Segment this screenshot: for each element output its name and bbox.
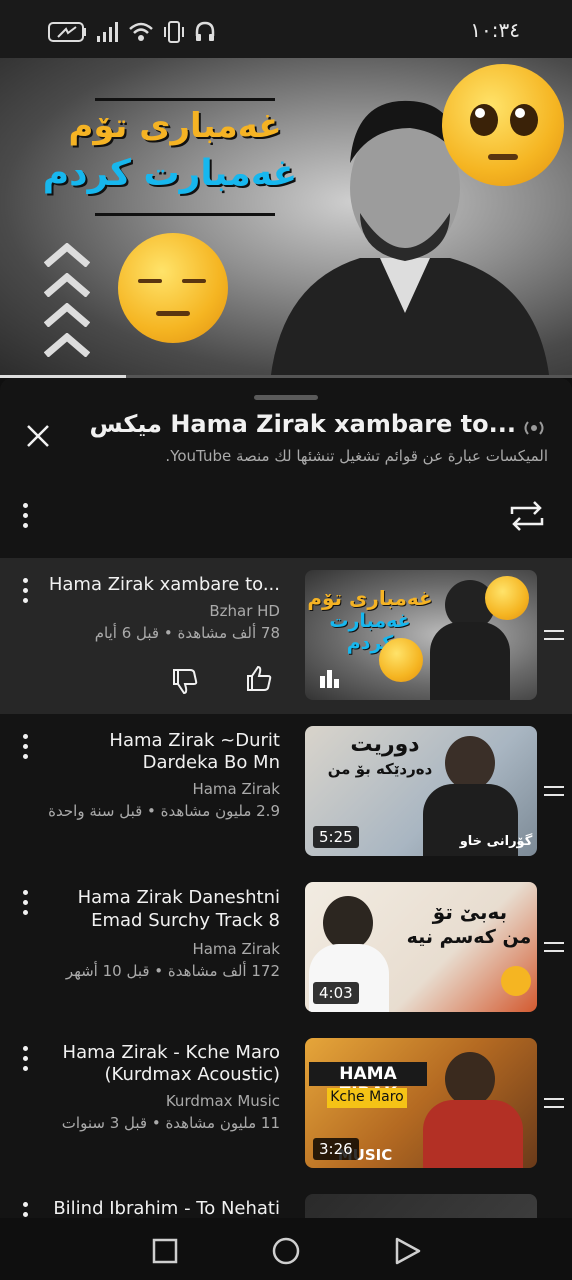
- more-vert-icon[interactable]: [20, 1200, 30, 1218]
- drag-handle-icon[interactable]: [544, 784, 564, 798]
- status-icons: [48, 20, 216, 44]
- thumb-down-icon[interactable]: [170, 666, 200, 696]
- video-duration: 3:26: [313, 1138, 359, 1160]
- playlist-item-title: Bilind Ibrahim - To Nehati: [53, 1198, 280, 1218]
- system-navigation-bar: [0, 1218, 572, 1280]
- playlist-item[interactable]: Hama Zirak Daneshtni Emad Surchy Track 8…: [0, 870, 572, 1026]
- square-icon[interactable]: [152, 1238, 178, 1264]
- playlist-item-title: Hama Zirak xambare to...: [48, 574, 280, 595]
- more-vert-icon[interactable]: [20, 576, 30, 606]
- chevron-up-icon: [44, 303, 90, 327]
- mix-description: الميكسات عبارة عن قوائم تشغيل تنشئها لك …: [165, 447, 548, 465]
- playlist-item-title: Hama Zirak Daneshtni Emad Surchy Track 8…: [77, 887, 280, 931]
- battery-icon: [48, 22, 86, 42]
- status-time: ١٠:٣٤: [470, 18, 520, 42]
- drag-handle-icon[interactable]: [544, 940, 564, 954]
- playlist-item-channel: Bzhar HD: [209, 602, 280, 620]
- thumbnail-text: بەبێ تۆ: [432, 900, 508, 924]
- drag-handle-icon[interactable]: [544, 1096, 564, 1110]
- playlist-item-thumbnail[interactable]: دوريت دەردێکە بۆ من گۆرانی خاو 5:25: [305, 726, 537, 856]
- mix-broadcast-icon: [524, 421, 544, 435]
- video-player[interactable]: غەمباری تۆم غەمبارت کردم: [0, 58, 572, 378]
- playlist-item-channel: Hama Zirak: [192, 940, 280, 958]
- playlist-item-meta: 172 ألف مشاهدة • قبل 10 أشهر: [65, 962, 280, 980]
- chevron-up-icon: [44, 273, 90, 297]
- mix-title: ميكس Hama Zirak xambare to...: [89, 410, 516, 438]
- drag-handle-icon[interactable]: [544, 628, 564, 642]
- playlist-item-thumbnail[interactable]: HAMA ZIRAK Kche Maro MUSIC 3:26: [305, 1038, 537, 1168]
- playlist-item[interactable]: Bilind Ibrahim - To Nehati: [0, 1182, 572, 1218]
- thumbnail-text: Kche Maro: [330, 1089, 404, 1105]
- playlist-item-thumbnail[interactable]: غەمباری تۆم غەمبارت کردم: [305, 570, 537, 700]
- playlist-item[interactable]: Hama Zirak - Kche Maro (Kurdmax Acoustic…: [0, 1026, 572, 1182]
- playlist-item-active[interactable]: Hama Zirak xambare to... Bzhar HD 78 ألف…: [0, 558, 572, 714]
- chevron-up-icon: [44, 333, 90, 357]
- thumbnail-headline-bottom: غەمبارت کردم: [42, 153, 298, 194]
- playlist-item-thumbnail[interactable]: بەبێ تۆ من کەسم نیە 4:03: [305, 882, 537, 1012]
- status-bar: ١٠:٣٤: [0, 0, 572, 58]
- vibrate-icon: [164, 21, 184, 43]
- thumbnail-text: دوريت: [350, 732, 420, 757]
- playlist-item-meta: 78 ألف مشاهدة • قبل 6 أيام: [94, 624, 280, 642]
- more-vert-icon[interactable]: [20, 888, 30, 918]
- decorative-line: [95, 98, 275, 101]
- thumb-up-icon[interactable]: [244, 664, 274, 694]
- pleading-emoji: [442, 64, 564, 186]
- pensive-emoji: [379, 638, 423, 682]
- triangle-back-icon[interactable]: [394, 1236, 422, 1266]
- signal-icon: [97, 22, 118, 42]
- thumbnail-text: غەمباری تۆم: [307, 586, 433, 610]
- wifi-icon: [129, 22, 153, 41]
- playlist-item-title: Hama Zirak - Kche Maro (Kurdmax Acoustic…: [62, 1042, 280, 1085]
- thumbnail-text: من کەسم نیە: [406, 926, 532, 948]
- decorative-line: [95, 213, 275, 216]
- playlist-item[interactable]: Hama Zirak ~Durit Dardeka Bo Mn ~Danish.…: [0, 714, 572, 870]
- playlist-item-meta: 11 مليون مشاهدة • قبل 3 سنوات: [61, 1114, 280, 1132]
- equalizer-icon: [320, 670, 339, 688]
- more-vert-icon[interactable]: [20, 732, 30, 762]
- panel-drag-handle[interactable]: [254, 395, 318, 400]
- headphones-icon: [195, 21, 215, 41]
- playlist-item-title: Hama Zirak ~Durit Dardeka Bo Mn ~Danish.…: [109, 730, 280, 773]
- thumbnail-headline-top: غەمباری تۆم: [68, 106, 282, 146]
- playlist-item-thumbnail[interactable]: [305, 1194, 537, 1218]
- video-duration: 4:03: [313, 982, 359, 1004]
- thumbnail-text: گۆرانی خاو: [459, 834, 533, 849]
- chevron-up-icon: [44, 243, 90, 267]
- playlist-item-meta: 2.9 مليون مشاهدة • قبل سنة واحدة: [48, 802, 280, 820]
- more-vert-icon[interactable]: [20, 1044, 30, 1074]
- playlist-item-channel: Kurdmax Music: [165, 1092, 280, 1110]
- loop-icon[interactable]: [506, 496, 548, 536]
- more-vert-icon[interactable]: [20, 501, 30, 531]
- thumbnail-text: دەردێکە بۆ من: [327, 760, 433, 778]
- playlist-item-channel: Hama Zirak: [192, 780, 280, 798]
- pensive-emoji: [118, 233, 228, 343]
- video-duration: 5:25: [313, 826, 359, 848]
- pleading-emoji: [485, 576, 529, 620]
- circle-icon[interactable]: [271, 1236, 301, 1266]
